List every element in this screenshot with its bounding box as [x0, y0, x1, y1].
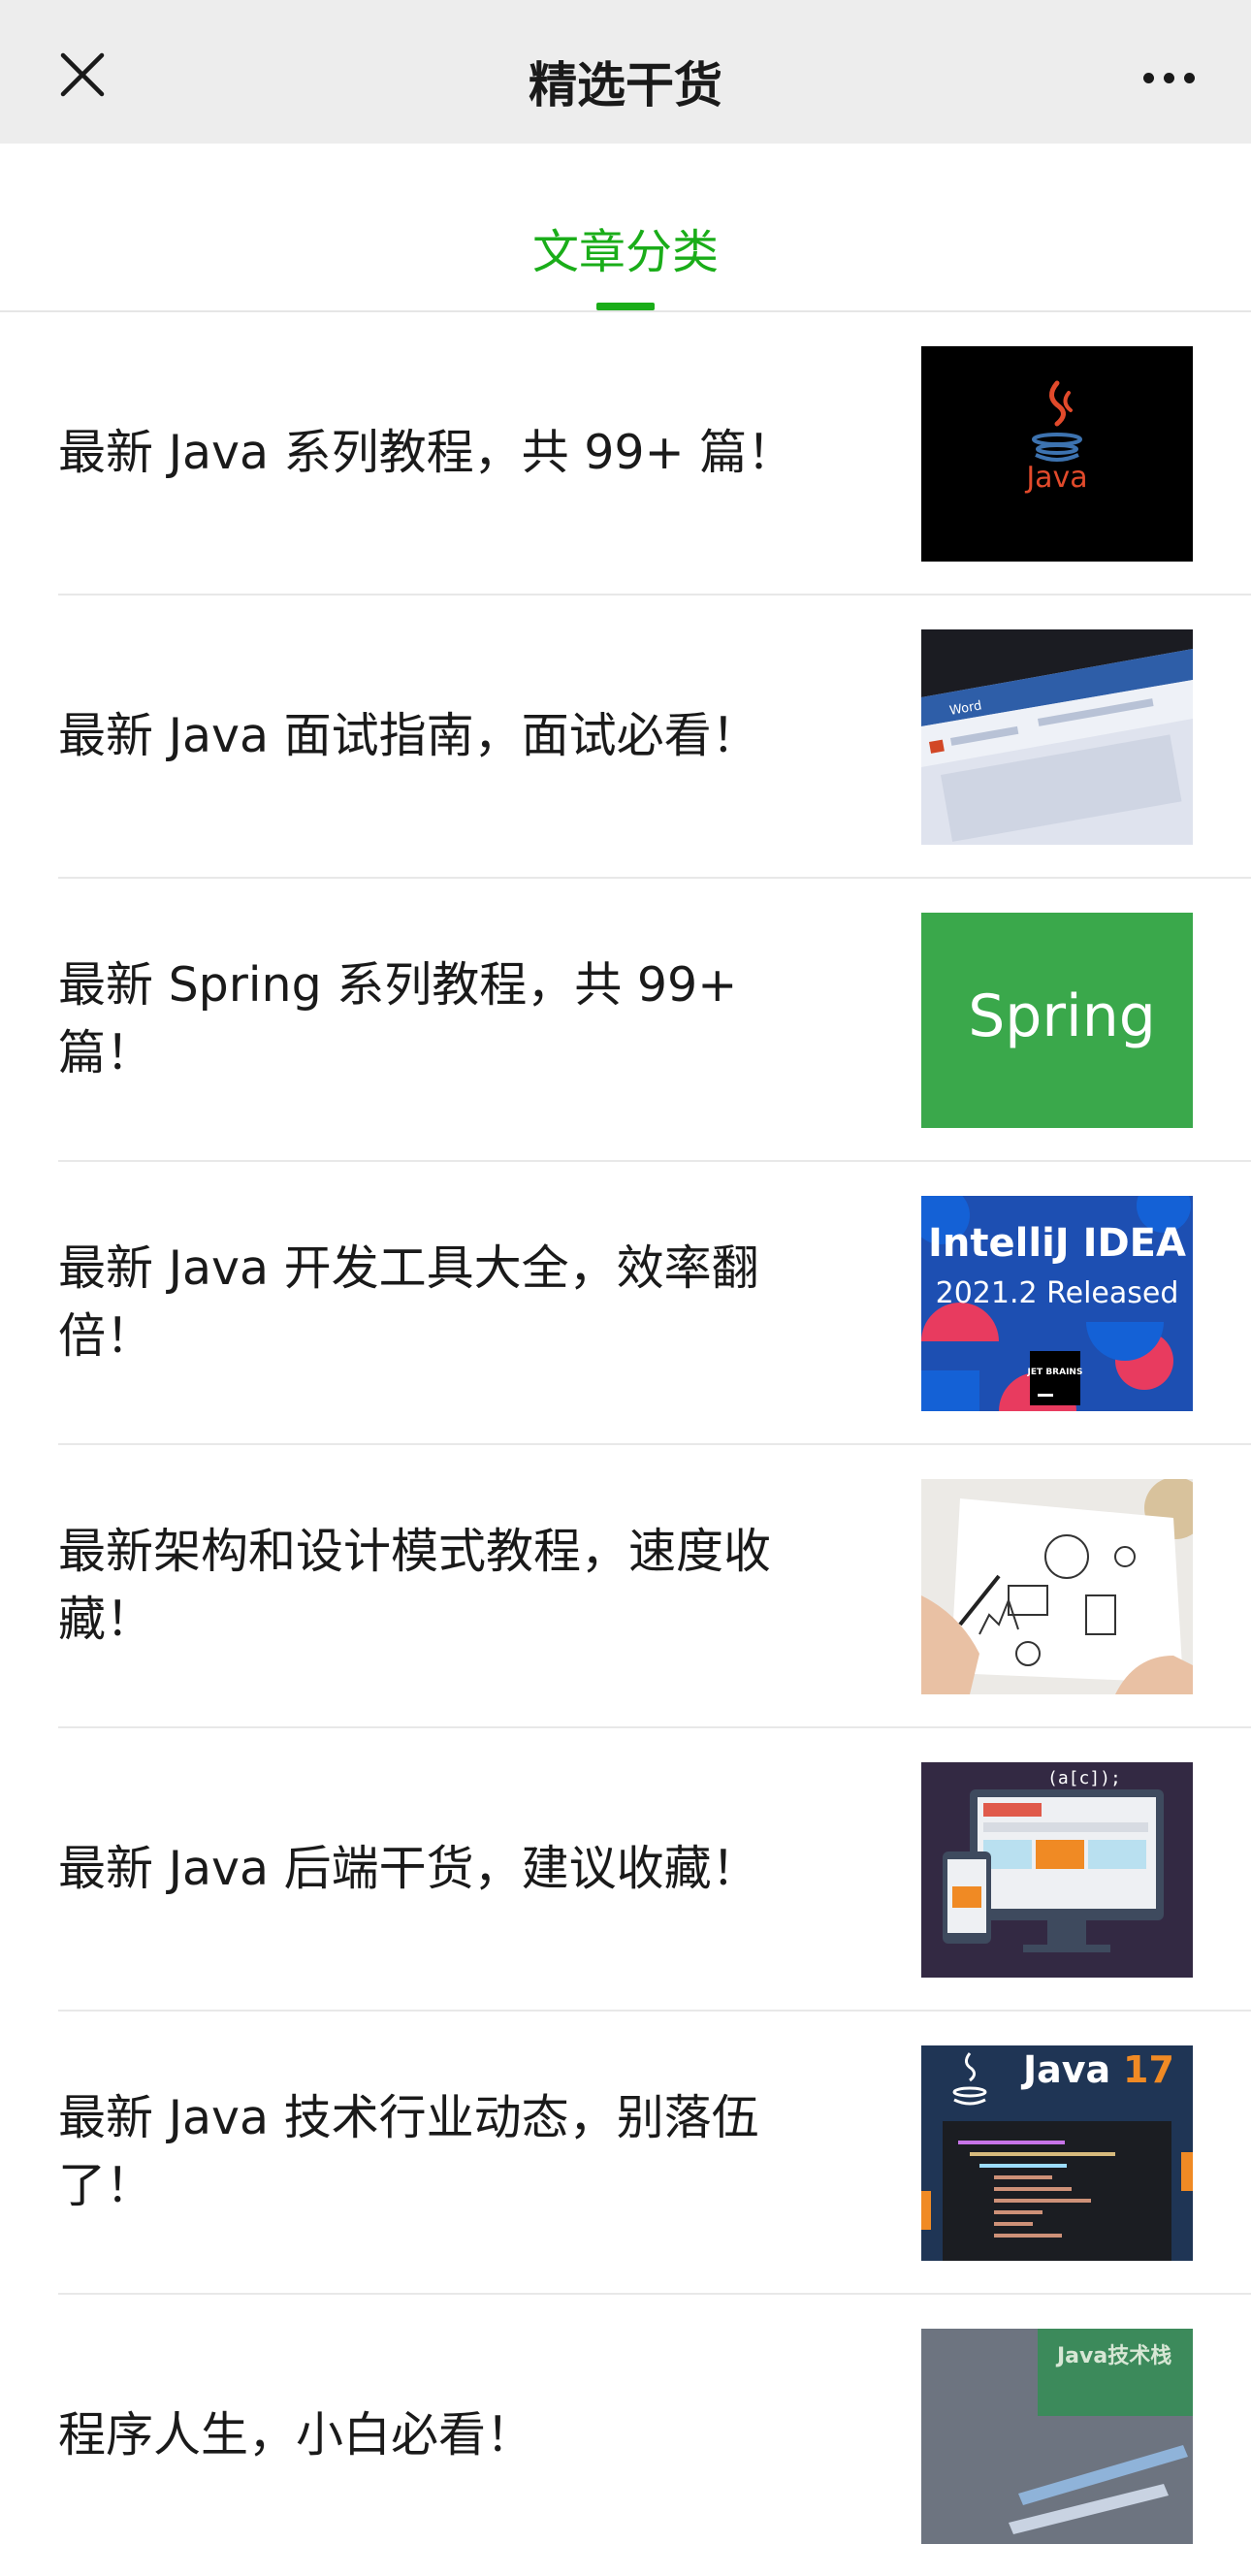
- article-thumbnail: Java: [921, 346, 1193, 562]
- active-tab-indicator: [596, 303, 655, 310]
- page-title: 精选干货: [529, 57, 722, 113]
- svg-text:(a[c]);: (a[c]);: [1047, 1768, 1121, 1788]
- svg-text:2021.2 Released: 2021.2 Released: [936, 1276, 1179, 1310]
- article-thumbnail: [921, 1479, 1193, 1694]
- article-title: 最新架构和设计模式教程，速度收藏！: [58, 1524, 772, 1647]
- article-thumbnail: IntelliJ IDEA 2021.2 Released JET BRAINS: [921, 1196, 1193, 1411]
- more-dots-icon: [1142, 72, 1154, 83]
- svg-text:Spring: Spring: [968, 982, 1156, 1050]
- article-thumbnail: Java 17: [921, 2045, 1193, 2261]
- list-item[interactable]: 最新 Java 面试指南，面试必看！ Word: [58, 596, 1251, 879]
- article-title: 最新 Spring 系列教程，共 99+ 篇！: [58, 957, 738, 1080]
- more-dots-icon: [1183, 72, 1195, 83]
- svg-text:17: 17: [1123, 2048, 1174, 2091]
- svg-text:Java技术栈: Java技术栈: [1055, 2344, 1171, 2368]
- list-item[interactable]: 程序人生，小白必看！ Java技术栈: [58, 2295, 1251, 2576]
- article-title: 最新 Java 后端干货，建议收藏！: [58, 1841, 759, 1896]
- article-title: 最新 Java 开发工具大全，效率翻倍！: [58, 1240, 759, 1364]
- list-item[interactable]: 最新 Java 后端干货，建议收藏！ (a[c]);: [58, 1728, 1251, 2012]
- list-item[interactable]: 最新架构和设计模式教程，速度收藏！: [58, 1445, 1251, 1728]
- svg-text:IntelliJ IDEA: IntelliJ IDEA: [928, 1221, 1186, 1266]
- top-bar: 精选干货: [0, 0, 1251, 144]
- article-title: 最新 Java 系列教程，共 99+ 篇！: [58, 425, 795, 480]
- list-item[interactable]: 最新 Java 系列教程，共 99+ 篇！ Java: [58, 312, 1251, 596]
- article-thumbnail: Spring: [921, 913, 1193, 1128]
- more-dots-icon: [1163, 72, 1174, 83]
- article-title: 最新 Java 面试指南，面试必看！: [58, 708, 759, 763]
- list-item[interactable]: 最新 Spring 系列教程，共 99+ 篇！ Spring: [58, 879, 1251, 1162]
- tab-article-category[interactable]: 文章分类: [0, 213, 1251, 281]
- more-button[interactable]: [1130, 48, 1207, 107]
- svg-text:JET BRAINS: JET BRAINS: [1027, 1368, 1083, 1377]
- tab-bar: 文章分类: [0, 144, 1251, 312]
- svg-text:Java: Java: [1024, 461, 1087, 495]
- list-item[interactable]: 最新 Java 开发工具大全，效率翻倍！ IntelliJ IDEA 2021.…: [58, 1162, 1251, 1445]
- article-thumbnail: Word: [921, 629, 1193, 845]
- article-list: 最新 Java 系列教程，共 99+ 篇！ Java 最新 Java 面试指南，…: [0, 312, 1251, 2576]
- list-item[interactable]: 最新 Java 技术行业动态，别落伍了！ Java 17: [58, 2012, 1251, 2295]
- article-title: 最新 Java 技术行业动态，别落伍了！: [58, 2090, 759, 2213]
- svg-text:Java: Java: [1020, 2048, 1110, 2091]
- article-thumbnail: (a[c]);: [921, 1762, 1193, 1978]
- article-thumbnail: Java技术栈: [921, 2329, 1193, 2544]
- article-title: 程序人生，小白必看！: [58, 2407, 534, 2463]
